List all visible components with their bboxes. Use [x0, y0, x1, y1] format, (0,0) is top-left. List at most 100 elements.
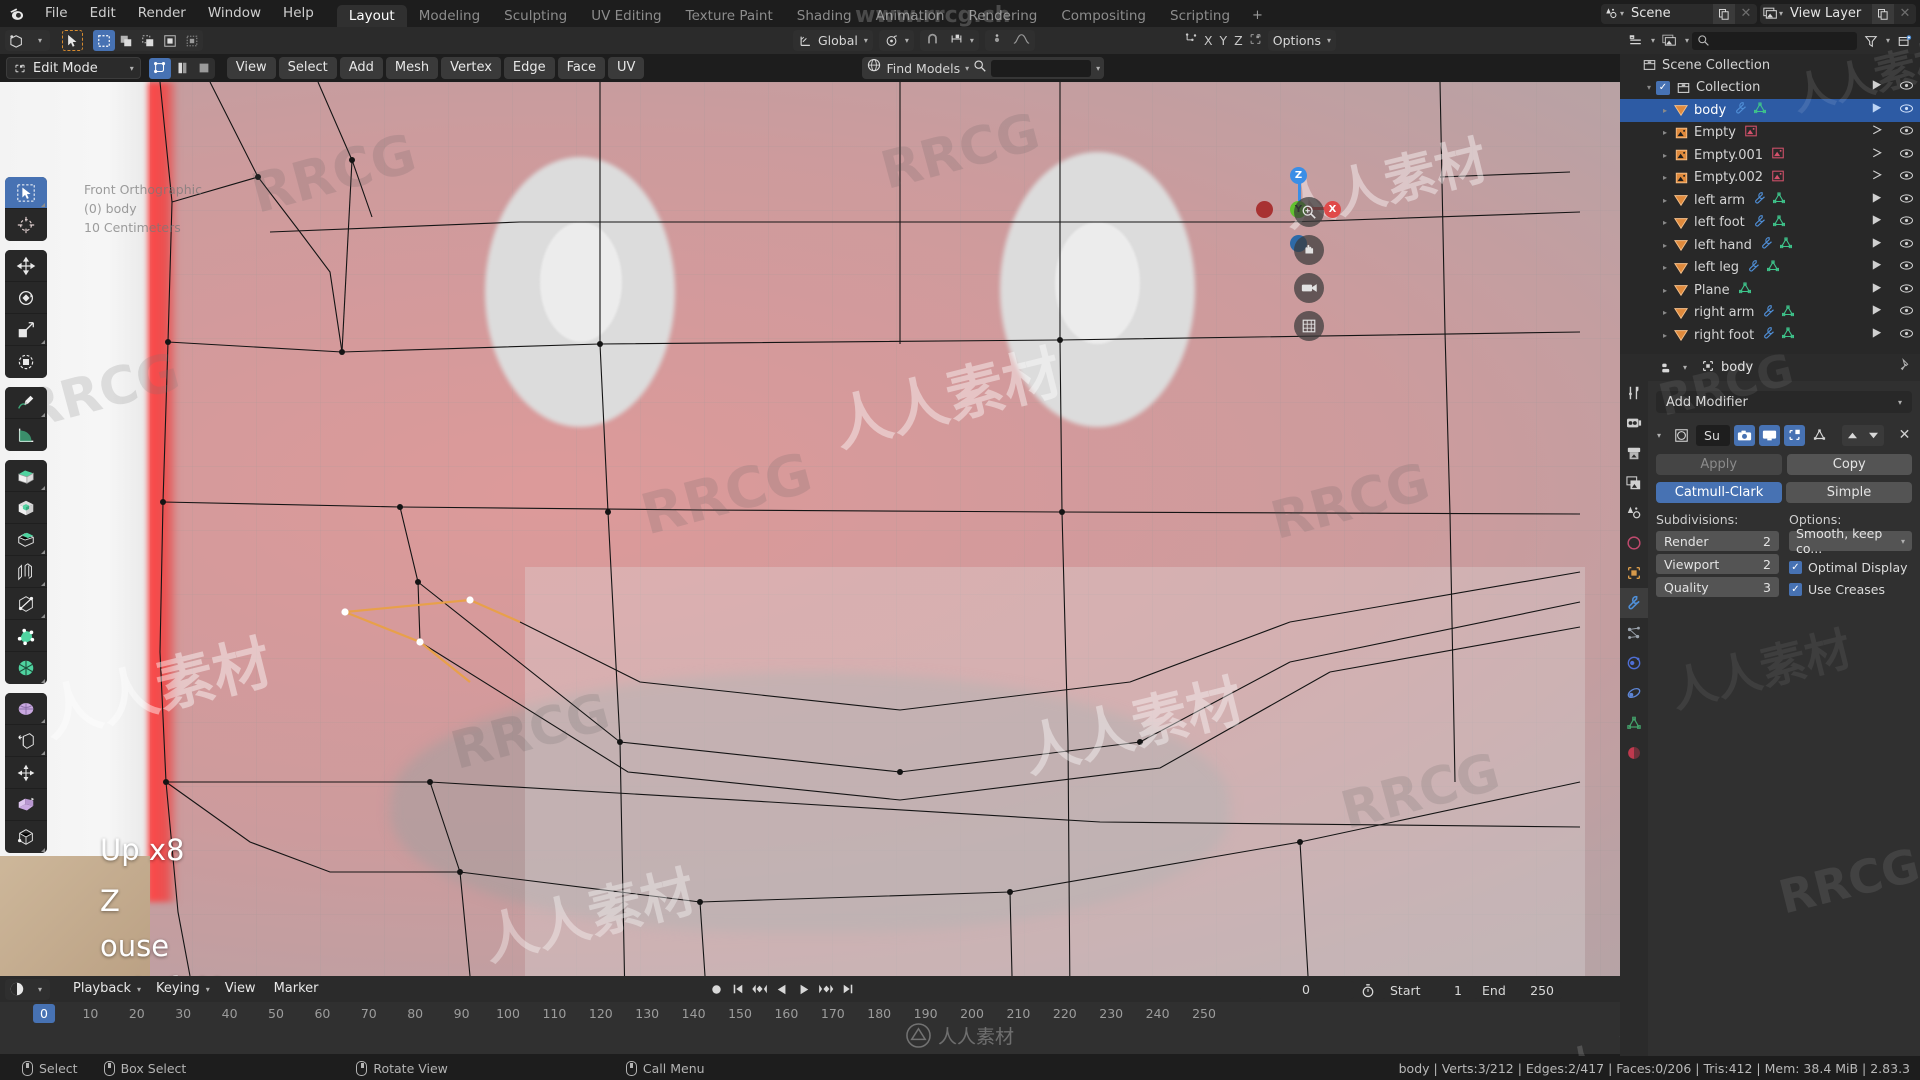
poly-build-tool[interactable] [5, 620, 47, 652]
properties-tab-modifiers[interactable] [1620, 588, 1648, 618]
properties-tab-object-data[interactable] [1620, 708, 1648, 738]
restrict-select-icon[interactable] [1870, 192, 1883, 209]
view-layer-selector[interactable]: ▾ View Layer ✕ [1760, 4, 1916, 24]
properties-tab-strip[interactable] [1620, 354, 1648, 1056]
tab-scripting[interactable]: Scripting [1158, 5, 1242, 27]
properties-tab-output[interactable] [1620, 438, 1648, 468]
select-extend-icon[interactable] [115, 30, 137, 51]
disclosure-triangle-icon[interactable]: ▸ [1658, 106, 1672, 115]
disclosure-triangle-icon[interactable]: ▸ [1658, 331, 1672, 340]
disclosure-triangle-icon[interactable]: ▸ [1658, 286, 1672, 295]
image-data-icon[interactable] [1744, 124, 1758, 142]
wrench-icon[interactable] [1753, 214, 1767, 232]
camera-view-icon[interactable] [1294, 273, 1324, 303]
active-tool-cursor-icon[interactable] [62, 30, 83, 51]
use-creases-checkbox[interactable]: ✓ Use Creases [1789, 578, 1912, 600]
tab-sculpting[interactable]: Sculpting [492, 5, 579, 27]
rip-region-tool[interactable] [5, 821, 47, 853]
outliner-row-body[interactable]: ▸body [1620, 99, 1920, 122]
disclosure-triangle-icon[interactable]: ▸ [1658, 308, 1672, 317]
restrict-view-eye-icon[interactable] [1899, 238, 1914, 253]
viewport-subdivisions-field[interactable]: Viewport 2 [1656, 554, 1779, 574]
menu-mesh[interactable]: Mesh [386, 57, 438, 79]
duplicate-icon[interactable] [1872, 4, 1894, 24]
render-subdivisions-field[interactable]: Render 2 [1656, 531, 1779, 551]
mesh-data-icon[interactable] [1781, 326, 1795, 344]
outliner-row-empty[interactable]: ▸Empty [1620, 122, 1920, 145]
tab-uv-editing[interactable]: UV Editing [579, 5, 673, 27]
select-intersect-icon[interactable] [181, 30, 203, 51]
outliner-search-input[interactable] [1692, 32, 1857, 50]
mesh-data-icon[interactable] [1738, 281, 1752, 299]
outliner-row-scene-collection[interactable]: Scene Collection [1620, 54, 1920, 77]
restrict-view-eye-icon[interactable] [1899, 80, 1914, 95]
tab-shading[interactable]: Shading [785, 5, 864, 27]
edit-mode-icon[interactable] [1784, 425, 1805, 446]
properties-editor[interactable]: ▾ body Add Modifier ▾ ▾ [1620, 354, 1920, 1056]
menu-select[interactable]: Select [279, 57, 337, 79]
pan-hand-icon[interactable] [1294, 235, 1324, 265]
properties-tab-material[interactable] [1620, 738, 1648, 768]
restrict-view-eye-icon[interactable] [1899, 125, 1914, 140]
select-set-icon[interactable] [93, 30, 115, 51]
restrict-view-eye-icon[interactable] [1899, 193, 1914, 208]
add-modifier-button[interactable]: Add Modifier ▾ [1656, 391, 1912, 413]
new-collection-icon[interactable] [1893, 30, 1916, 51]
menu-face[interactable]: Face [558, 57, 605, 79]
menu-timeline-view[interactable]: View [216, 978, 265, 1000]
properties-tab-particles[interactable] [1620, 618, 1648, 648]
menu-file[interactable]: File [34, 0, 79, 27]
jump-end-icon[interactable] [838, 979, 858, 999]
filter-funnel-icon[interactable] [1860, 30, 1882, 51]
wrench-icon[interactable] [1753, 191, 1767, 209]
close-icon[interactable]: ✕ [1894, 4, 1916, 24]
restrict-select-icon[interactable] [1870, 304, 1883, 321]
restrict-select-icon[interactable] [1870, 327, 1883, 344]
outliner-row-left-foot[interactable]: ▸left foot [1620, 212, 1920, 235]
restrict-select-icon[interactable] [1870, 124, 1883, 141]
vertex-cage-icon[interactable] [1809, 425, 1830, 446]
falloff-curve-icon[interactable] [1013, 32, 1030, 50]
tab-animation[interactable]: Animation [864, 5, 957, 27]
face-select-icon[interactable] [193, 58, 215, 79]
catmull-clark-button[interactable]: Catmull-Clark [1656, 482, 1782, 503]
cursor-tool[interactable] [5, 209, 47, 241]
shrink-fatten-tool[interactable] [5, 757, 47, 789]
restrict-view-eye-icon[interactable] [1899, 260, 1914, 275]
camera-icon[interactable] [1734, 425, 1755, 446]
outliner-row-left-leg[interactable]: ▸left leg [1620, 257, 1920, 280]
timeline-editor-icon[interactable] [5, 979, 29, 1000]
select-subtract-icon[interactable] [137, 30, 159, 51]
mesh-data-icon[interactable] [1766, 259, 1780, 277]
menu-render[interactable]: Render [127, 0, 197, 27]
auto-keying-icon[interactable] [1358, 981, 1378, 999]
tab-texture-paint[interactable]: Texture Paint [674, 5, 785, 27]
zoom-icon[interactable] [1294, 197, 1324, 227]
scene-selector[interactable]: ▾ Scene ✕ [1601, 4, 1757, 24]
end-frame-field[interactable]: End 250 [1474, 981, 1562, 999]
simple-button[interactable]: Simple [1786, 482, 1912, 503]
restrict-view-eye-icon[interactable] [1899, 103, 1914, 118]
snap-target-icon[interactable] [949, 32, 964, 50]
wrench-icon[interactable] [1734, 101, 1748, 119]
timeline-ruler[interactable]: 0102030405060708090100110120130140150160… [0, 1002, 1620, 1028]
find-models-addon[interactable]: Find Models ▾ ▾ [862, 57, 1104, 79]
properties-tab-render[interactable] [1620, 408, 1648, 438]
copy-modifier-button[interactable]: Copy [1787, 454, 1913, 475]
timeline-playhead[interactable]: 0 [33, 1004, 55, 1023]
outliner-row-collection[interactable]: ▾✓Collection [1620, 77, 1920, 100]
measure-tool[interactable] [5, 419, 47, 451]
wrench-icon[interactable] [1762, 304, 1776, 322]
axis-x-label[interactable]: X [1204, 33, 1213, 48]
image-data-icon[interactable] [1771, 146, 1785, 164]
edge-select-icon[interactable] [171, 58, 193, 79]
outliner-tree[interactable]: Scene Collection▾✓Collection▸body▸Empty ▸… [1620, 54, 1920, 347]
rotate-tool[interactable] [5, 282, 47, 314]
properties-tab-view-layer[interactable] [1620, 468, 1648, 498]
wrench-icon[interactable] [1762, 326, 1776, 344]
collection-visibility-checkbox[interactable]: ✓ [1656, 81, 1670, 95]
properties-tab-physics[interactable] [1620, 648, 1648, 678]
wrench-icon[interactable] [1747, 259, 1761, 277]
current-frame-field[interactable]: 0 [1258, 981, 1354, 999]
proportional-edit-controls[interactable] [985, 30, 1035, 51]
